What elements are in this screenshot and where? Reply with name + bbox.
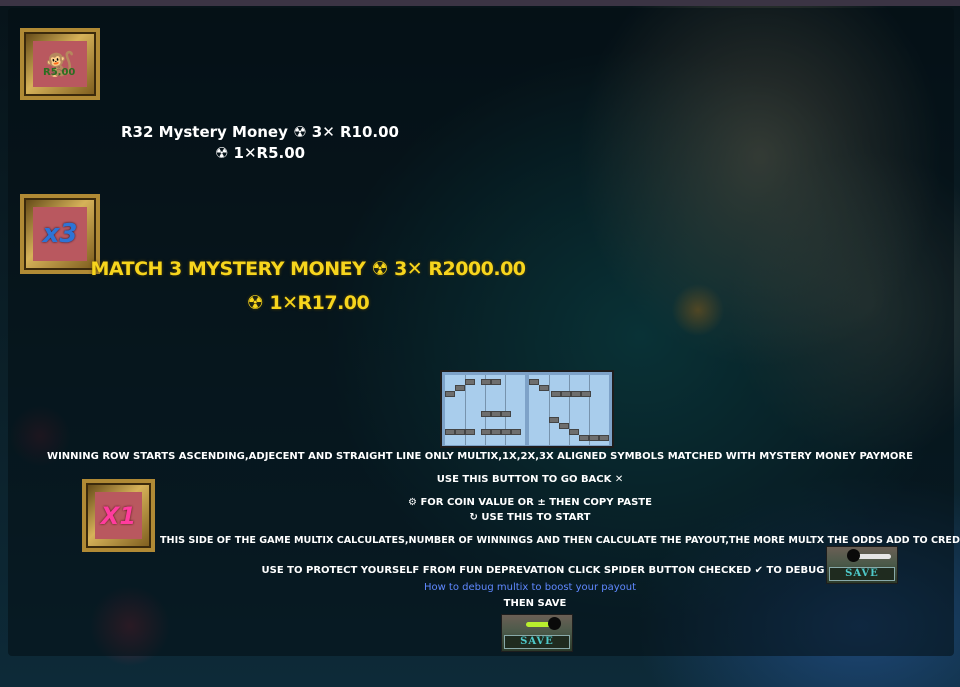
x3-tile: x3	[33, 207, 87, 261]
start-instruction: ↻ USE THIS TO START	[469, 512, 591, 523]
x1-tile: X1	[95, 492, 142, 539]
match3-line2: ☢ 1✕R17.00	[246, 292, 370, 314]
payline-cell	[539, 385, 549, 391]
payline-cell	[445, 429, 455, 435]
protect-instruction: USE TO PROTECT YOURSELF FROM FUN DEPREVA…	[261, 565, 825, 576]
save-button-label: SAVE	[504, 635, 570, 649]
payline-cell	[481, 379, 491, 385]
payline-cell	[491, 429, 501, 435]
x1-badge: X1	[100, 501, 137, 530]
paylines-diagram	[440, 370, 614, 448]
payline-cell	[455, 385, 465, 391]
payline-cell	[491, 379, 501, 385]
mystery-money-symbol: 🐒 R5.00	[20, 28, 100, 100]
mystery-money-image: 🐒 R5.00	[33, 41, 87, 87]
multix-calc-instruction: THIS SIDE OF THE GAME MULTIX CALCULATES,…	[160, 535, 960, 546]
payline-cell	[561, 391, 571, 397]
payline-cell	[481, 411, 491, 417]
toggle-knob[interactable]	[548, 617, 561, 630]
winning-row-rule: WINNING ROW STARTS ASCENDING,ADJECENT AN…	[47, 451, 913, 462]
payline-cell	[569, 429, 579, 435]
paytable-panel	[8, 8, 954, 656]
payline-cell	[465, 379, 475, 385]
mystery-money-line2: ☢ 1✕R5.00	[214, 144, 306, 162]
payline-grid-right	[529, 375, 609, 445]
payline-cell	[551, 391, 561, 397]
payline-cell	[549, 417, 559, 423]
payline-cell	[465, 429, 475, 435]
mystery-money-title: R32 Mystery Money ☢ 3✕ R10.00	[121, 123, 399, 141]
money-icon-text: R5.00	[43, 67, 76, 78]
payline-cell	[581, 391, 591, 397]
then-save-instruction: THEN SAVE	[503, 598, 567, 609]
payline-cell	[511, 429, 521, 435]
save-toggle-button-bottom[interactable]: SAVE	[501, 614, 573, 652]
debug-multix-link[interactable]: How to debug multix to boost your payout	[380, 582, 680, 593]
payline-cell	[491, 411, 501, 417]
coin-value-instruction: ⚙ FOR COIN VALUE OR ± THEN COPY PASTE	[408, 497, 652, 508]
payline-cell	[529, 379, 539, 385]
payline-cell	[501, 411, 511, 417]
payline-cell	[481, 429, 491, 435]
go-back-instruction: USE THIS BUTTON TO GO BACK ✕	[436, 474, 624, 485]
payline-grid-left	[445, 375, 525, 445]
x1-multiplier-symbol: X1	[82, 479, 155, 552]
payline-cell	[589, 435, 599, 441]
x3-badge: x3	[42, 219, 78, 249]
payline-cell	[559, 423, 569, 429]
payline-cell	[501, 429, 511, 435]
match3-line1: MATCH 3 MYSTERY MONEY ☢ 3✕ R2000.00	[90, 258, 526, 280]
payline-cell	[571, 391, 581, 397]
payline-cell	[455, 429, 465, 435]
toggle-knob[interactable]	[847, 549, 860, 562]
payline-cell	[445, 391, 455, 397]
payline-cell	[599, 435, 609, 441]
payline-cell	[579, 435, 589, 441]
